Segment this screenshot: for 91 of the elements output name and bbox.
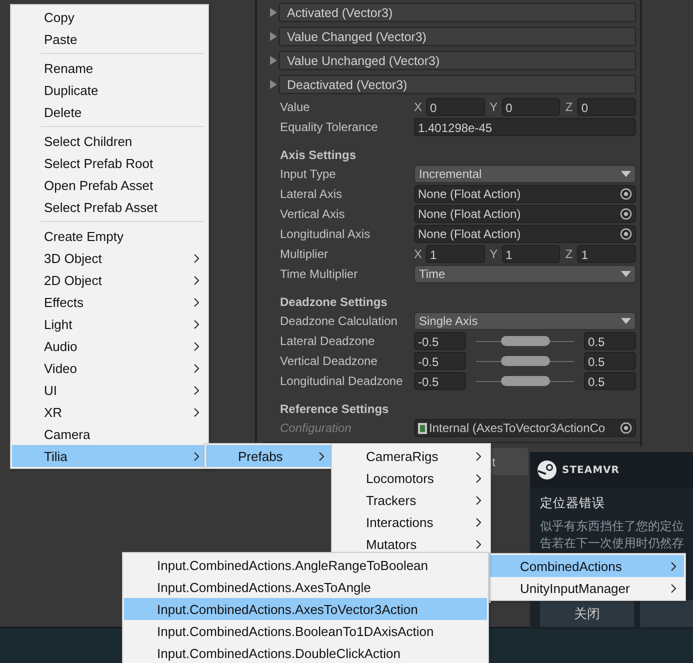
menu-item[interactable]: Open Prefab Asset bbox=[12, 174, 207, 196]
number-field[interactable]: 0.5 bbox=[584, 332, 636, 350]
dialog-text: 似乎有东西挡住了您的定位 bbox=[540, 518, 685, 535]
menu-item[interactable]: Rename bbox=[12, 57, 207, 79]
property-label: Lateral Axis bbox=[279, 187, 344, 201]
triangle-right-icon[interactable] bbox=[269, 80, 277, 89]
property-label: Equality Tolerance bbox=[279, 120, 379, 134]
menu-item[interactable]: Select Children bbox=[12, 130, 207, 152]
dialog-text: 告若在下一次使用时仍然存 bbox=[540, 535, 685, 552]
menu-item[interactable]: Effects bbox=[12, 291, 207, 313]
property-label: Lateral Deadzone bbox=[279, 334, 376, 348]
property-label: Longitudinal Deadzone bbox=[279, 374, 404, 388]
axis-label: Y bbox=[490, 247, 499, 261]
menu-item[interactable]: CameraRigs bbox=[333, 445, 489, 467]
dialog-button[interactable]: 关闭 bbox=[540, 600, 634, 627]
event-foldout[interactable]: Activated (Vector3) bbox=[279, 3, 636, 22]
number-field[interactable]: 0 bbox=[502, 98, 560, 116]
dialog-title: 定位器错误 bbox=[540, 495, 606, 512]
menu-item[interactable]: Delete bbox=[12, 101, 207, 123]
dropdown[interactable]: Single Axis bbox=[414, 312, 636, 330]
number-field[interactable]: 0 bbox=[426, 98, 485, 116]
section-heading: Deadzone Settings bbox=[279, 294, 388, 311]
menu-item[interactable]: Audio bbox=[12, 335, 207, 357]
number-field[interactable]: -0.5 bbox=[414, 332, 466, 350]
property-label: Time Multiplier bbox=[279, 267, 359, 281]
dropdown[interactable]: Time bbox=[414, 265, 636, 283]
menu-item[interactable]: UnityInputManager bbox=[490, 577, 684, 599]
menu-item[interactable]: UI bbox=[12, 379, 207, 401]
triangle-right-icon[interactable] bbox=[269, 8, 277, 17]
menu-item[interactable]: Video bbox=[12, 357, 207, 379]
dropdown[interactable]: Incremental bbox=[414, 165, 636, 183]
number-field[interactable]: -0.5 bbox=[414, 352, 466, 370]
menu-item[interactable]: Duplicate bbox=[12, 79, 207, 101]
section-heading: Axis Settings bbox=[279, 147, 358, 164]
steam-logo-icon bbox=[537, 460, 557, 480]
menu-item[interactable]: Input.CombinedActions.AxesToAngle bbox=[124, 576, 487, 598]
dropdown-arrow-icon bbox=[621, 318, 631, 324]
property-label: Vertical Deadzone bbox=[279, 354, 378, 368]
menu-item[interactable]: Mutators bbox=[333, 533, 489, 555]
event-foldout[interactable]: Value Unchanged (Vector3) bbox=[279, 51, 636, 70]
menu-item[interactable]: XR bbox=[12, 401, 207, 423]
range-slider[interactable] bbox=[476, 335, 574, 347]
dropdown-arrow-icon bbox=[621, 271, 631, 277]
range-slider[interactable] bbox=[476, 355, 574, 367]
property-label: Longitudinal Axis bbox=[279, 227, 372, 241]
axis-label: X bbox=[414, 100, 424, 114]
event-foldout[interactable]: Value Changed (Vector3) bbox=[279, 27, 636, 46]
number-field[interactable]: 1.401298e-45 bbox=[414, 118, 636, 136]
range-slider[interactable] bbox=[476, 375, 574, 387]
number-field[interactable]: 0.5 bbox=[584, 372, 636, 390]
menu-item[interactable]: Create Empty bbox=[12, 225, 207, 247]
property-label: Multiplier bbox=[279, 247, 330, 261]
section-heading: Reference Settings bbox=[279, 401, 390, 418]
menu-item[interactable]: Trackers bbox=[333, 489, 489, 511]
property-label: Vertical Axis bbox=[279, 207, 346, 221]
triangle-right-icon[interactable] bbox=[269, 56, 277, 65]
event-foldout[interactable]: Deactivated (Vector3) bbox=[279, 75, 636, 94]
menu-item[interactable]: Input.CombinedActions.BooleanTo1DAxisAction bbox=[124, 620, 487, 642]
menu-item[interactable]: Input.CombinedActions.AxesToVector3Action bbox=[124, 598, 487, 620]
dropdown-arrow-icon bbox=[621, 171, 631, 177]
menu-item[interactable]: Light bbox=[12, 313, 207, 335]
menu-item[interactable]: Paste bbox=[12, 28, 207, 50]
number-field[interactable]: -0.5 bbox=[414, 372, 466, 390]
menu-item[interactable]: Input.CombinedActions.AngleRangeToBoolean bbox=[124, 554, 487, 576]
number-field[interactable]: 1 bbox=[577, 245, 636, 263]
number-field[interactable]: 1 bbox=[426, 245, 485, 263]
property-label: Value bbox=[279, 100, 311, 114]
menu-item[interactable]: Select Prefab Root bbox=[12, 152, 207, 174]
axis-label: X bbox=[414, 247, 424, 261]
number-field[interactable]: 0.5 bbox=[584, 352, 636, 370]
steamvr-logo: STEAMVR bbox=[562, 464, 620, 476]
number-field[interactable]: 1 bbox=[502, 245, 560, 263]
toolbar-button[interactable]: t bbox=[491, 448, 528, 475]
axis-label: Z bbox=[565, 100, 574, 114]
number-field[interactable]: 0 bbox=[577, 98, 636, 116]
menu-item[interactable]: Interactions bbox=[333, 511, 489, 533]
property-label: Input Type bbox=[279, 167, 337, 181]
menu-item[interactable]: Camera bbox=[12, 423, 207, 445]
menu-item[interactable]: CombinedActions bbox=[490, 555, 684, 577]
menu-item[interactable]: Tilia bbox=[12, 445, 207, 467]
menu-item[interactable]: Copy bbox=[12, 6, 207, 28]
axis-label: Y bbox=[490, 100, 499, 114]
property-label: Deadzone Calculation bbox=[279, 314, 398, 328]
triangle-right-icon[interactable] bbox=[269, 32, 277, 41]
menu-item[interactable]: Prefabs bbox=[206, 445, 332, 467]
axis-label: Z bbox=[565, 247, 574, 261]
menu-item[interactable]: Locomotors bbox=[333, 467, 489, 489]
menu-item[interactable]: Select Prefab Asset bbox=[12, 196, 207, 218]
menu-item[interactable]: 3D Object bbox=[12, 247, 207, 269]
property-label: Configuration bbox=[279, 421, 352, 435]
menu-item[interactable]: 2D Object bbox=[12, 269, 207, 291]
